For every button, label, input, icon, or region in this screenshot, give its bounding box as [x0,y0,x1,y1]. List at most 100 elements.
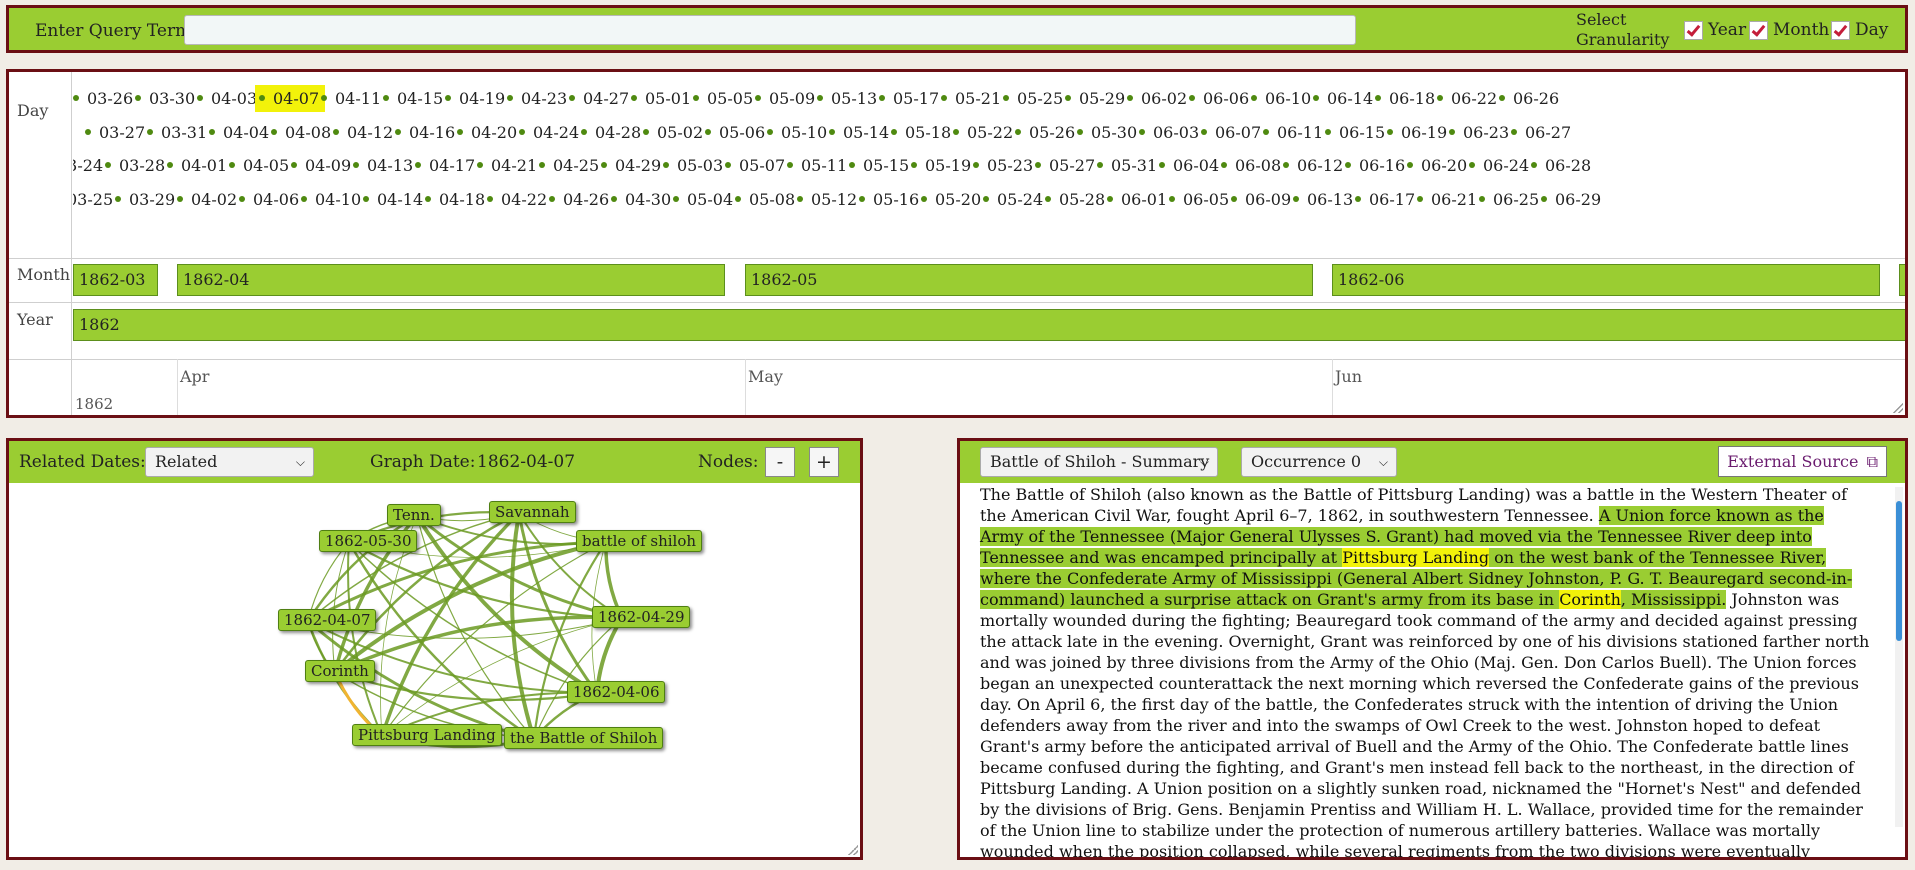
graph-node[interactable]: Corinth [305,660,375,682]
day-item[interactable]: 06-08 [1221,156,1281,175]
day-item[interactable]: 06-04 [1159,156,1219,175]
day-item[interactable]: 05-28 [1045,190,1105,209]
day-item[interactable]: 05-13 [817,89,877,108]
day-item[interactable]: 05-30 [1077,123,1137,142]
increase-nodes-button[interactable]: + [809,447,839,477]
day-item[interactable]: 05-11 [787,156,847,175]
day-item[interactable]: 04-24 [519,123,579,142]
graph-node[interactable]: 1862-04-07 [278,609,377,631]
day-item[interactable]: 04-09 [291,156,351,175]
graph-node[interactable]: battle of shiloh [576,530,703,552]
day-item[interactable]: 05-21 [941,89,1001,108]
day-item[interactable]: 06-12 [1283,156,1343,175]
related-select[interactable]: Related ⌵ [145,447,314,477]
graph-node[interactable]: the Battle of Shiloh [504,727,664,749]
day-item[interactable]: 05-25 [1003,89,1063,108]
day-item[interactable]: 04-05 [229,156,289,175]
day-item[interactable]: 04-27 [569,89,629,108]
day-item[interactable]: 04-20 [457,123,517,142]
month-bar[interactable]: 1862-05 [745,264,1313,296]
day-item[interactable]: 04-08 [271,123,331,142]
article-select[interactable]: Battle of Shiloh - Summary ⌵ [980,447,1218,477]
month-bar[interactable]: 1862-06 [1332,264,1880,296]
day-item[interactable]: 06-05 [1169,190,1229,209]
day-item[interactable]: 04-29 [601,156,661,175]
day-item[interactable]: 03-30 [135,89,195,108]
day-item[interactable]: 05-12 [797,190,857,209]
graph-node[interactable]: 1862-04-06 [567,681,666,703]
day-item[interactable]: 06-16 [1345,156,1405,175]
year-check-icon[interactable] [1684,20,1703,40]
day-item[interactable]: 05-22 [953,123,1013,142]
day-item[interactable]: 05-04 [673,190,733,209]
day-item[interactable]: 04-16 [395,123,455,142]
day-item[interactable]: 05-03 [663,156,723,175]
day-item[interactable]: 04-19 [445,89,505,108]
month-checkbox[interactable]: Month [1749,20,1829,40]
day-item[interactable]: 05-10 [767,123,827,142]
day-item[interactable]: 04-25 [539,156,599,175]
day-item[interactable]: 04-23 [507,89,567,108]
day-item[interactable]: 03-25 [73,190,113,209]
day-item[interactable]: 03-29 [115,190,175,209]
month-check-icon[interactable] [1749,20,1768,40]
day-item[interactable]: 04-15 [383,89,443,108]
day-item[interactable]: 03-28 [105,156,165,175]
day-item[interactable]: 04-28 [581,123,641,142]
day-item[interactable]: 03-31 [147,123,207,142]
timeline-track[interactable]: 03-26 03-30 04-03 04-07 04-11 04-15 04-19 04-23… [73,72,1905,415]
day-item[interactable]: 05-09 [755,89,815,108]
day-item[interactable]: 06-22 [1437,89,1497,108]
day-item[interactable]: 05-18 [891,123,951,142]
day-item[interactable]: 05-17 [879,89,939,108]
day-item[interactable]: 04-02 [177,190,237,209]
day-item[interactable]: 04-13 [353,156,413,175]
day-item[interactable]: 04-26 [549,190,609,209]
day-item[interactable]: 04-01 [167,156,227,175]
day-item[interactable]: 04-07 [255,85,326,112]
graph-node[interactable]: Pittsburg Landing [352,724,502,746]
timeline-panel[interactable]: Day Month Year 03-26 03-30 04-03 04-07 04-11… [6,69,1908,418]
day-item[interactable]: 06-03 [1139,123,1199,142]
day-item[interactable]: 05-27 [1035,156,1095,175]
external-source-button[interactable]: External Source ⧉ [1718,446,1887,477]
day-item[interactable]: 04-14 [363,190,423,209]
day-item[interactable]: 05-14 [829,123,889,142]
day-item[interactable]: 04-30 [611,190,671,209]
day-item[interactable]: 03-27 [85,123,145,142]
day-item[interactable]: 06-24 [1469,156,1529,175]
resize-grip-icon[interactable] [848,845,858,855]
highlight-entity[interactable]: Corinth [1559,590,1621,609]
day-item[interactable]: 05-20 [921,190,981,209]
day-item[interactable]: 05-05 [693,89,753,108]
day-item[interactable]: 03-24 [73,156,103,175]
day-item[interactable]: 05-23 [973,156,1033,175]
day-item[interactable]: 04-06 [239,190,299,209]
day-item[interactable]: 06-10 [1251,89,1311,108]
year-checkbox[interactable]: Year [1684,20,1746,40]
decrease-nodes-button[interactable]: - [765,447,795,477]
month-bar[interactable]: 1862-03 [73,264,158,296]
day-item[interactable]: 05-06 [705,123,765,142]
resize-grip-icon[interactable] [1893,403,1903,413]
day-item[interactable]: 04-17 [415,156,475,175]
day-item[interactable]: 04-18 [425,190,485,209]
graph-node[interactable]: Savannah [489,501,576,523]
day-checkbox[interactable]: Day [1831,20,1888,40]
day-item[interactable]: 04-03 [197,89,257,108]
day-item[interactable]: 06-06 [1189,89,1249,108]
day-item[interactable]: 04-04 [209,123,269,142]
day-item[interactable]: 06-26 [1499,89,1559,108]
day-item[interactable]: 05-31 [1097,156,1157,175]
day-item[interactable]: 06-21 [1417,190,1477,209]
day-item[interactable]: 05-01 [631,89,691,108]
day-item[interactable]: 04-22 [487,190,547,209]
month-bar[interactable]: 1862-04 [177,264,725,296]
month-bar[interactable] [1899,264,1905,296]
occurrence-select[interactable]: Occurrence 0 ⌵ [1241,447,1397,477]
day-item[interactable]: 06-17 [1355,190,1415,209]
day-item[interactable]: 04-12 [333,123,393,142]
day-item[interactable]: 05-19 [911,156,971,175]
scrollbar-thumb[interactable] [1896,501,1902,641]
highlight-entity[interactable]: Pittsburg Landing [1342,548,1490,567]
